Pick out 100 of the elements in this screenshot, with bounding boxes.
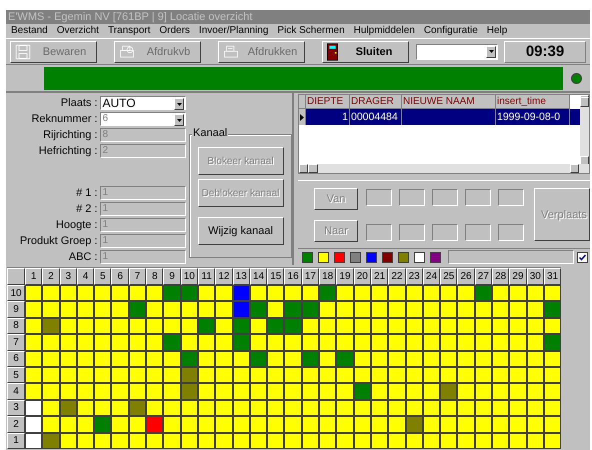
location-cell[interactable] xyxy=(422,383,440,400)
location-cell[interactable] xyxy=(440,285,458,302)
location-cell[interactable] xyxy=(94,285,112,302)
location-cell[interactable] xyxy=(76,301,94,318)
location-cell[interactable] xyxy=(250,285,268,302)
location-cell[interactable] xyxy=(526,285,544,302)
location-cell[interactable] xyxy=(215,416,233,433)
location-cell[interactable] xyxy=(406,301,423,318)
location-cell[interactable] xyxy=(76,416,94,433)
location-cell[interactable] xyxy=(163,383,181,400)
location-cell[interactable] xyxy=(509,366,527,384)
location-cell[interactable] xyxy=(457,334,475,351)
input-field[interactable] xyxy=(366,188,392,206)
location-cell[interactable] xyxy=(370,285,388,302)
location-cell[interactable] xyxy=(198,285,216,302)
location-cell[interactable] xyxy=(388,350,406,367)
location-cell[interactable] xyxy=(146,366,164,384)
channel-button[interactable]: Wijzig kanaal xyxy=(198,217,284,245)
location-cell[interactable] xyxy=(319,383,336,400)
location-cell[interactable] xyxy=(457,301,475,318)
location-cell[interactable] xyxy=(474,416,492,433)
location-cell[interactable] xyxy=(457,350,475,367)
location-cell[interactable] xyxy=(457,366,475,384)
location-cell[interactable] xyxy=(284,432,302,449)
location-cell[interactable] xyxy=(60,416,77,433)
location-cell[interactable] xyxy=(440,383,458,400)
location-cell[interactable] xyxy=(94,416,112,433)
location-cell[interactable] xyxy=(336,318,354,334)
location-cell[interactable] xyxy=(406,334,423,351)
location-cell[interactable] xyxy=(302,301,320,318)
location-cell[interactable] xyxy=(544,301,562,318)
location-cell[interactable] xyxy=(302,334,320,351)
location-cell[interactable] xyxy=(474,334,492,351)
location-cell[interactable] xyxy=(232,301,250,318)
input-field[interactable] xyxy=(465,224,491,241)
menu-item[interactable]: Bestand xyxy=(11,25,48,37)
location-cell[interactable] xyxy=(457,432,475,449)
location-cell[interactable] xyxy=(474,301,492,318)
location-cell[interactable] xyxy=(215,285,233,302)
location-cell[interactable] xyxy=(60,383,77,400)
location-cell[interactable] xyxy=(319,334,336,351)
location-cell[interactable] xyxy=(388,334,406,351)
location-cell[interactable] xyxy=(94,301,112,318)
location-cell[interactable] xyxy=(509,383,527,400)
input-field[interactable] xyxy=(432,188,458,206)
menu-item[interactable]: Hulpmiddelen xyxy=(354,25,415,37)
location-cell[interactable] xyxy=(509,301,527,318)
location-cell[interactable] xyxy=(267,416,284,433)
location-cell[interactable] xyxy=(492,432,510,449)
location-cell[interactable] xyxy=(146,400,164,416)
input-field[interactable] xyxy=(448,250,574,264)
location-cell[interactable] xyxy=(526,301,544,318)
location-cell[interactable] xyxy=(146,383,164,400)
location-cell[interactable] xyxy=(267,334,284,351)
location-cell[interactable] xyxy=(267,366,284,384)
location-cell[interactable] xyxy=(284,285,302,302)
location-cell[interactable] xyxy=(284,400,302,416)
location-cell[interactable] xyxy=(544,285,562,302)
location-cell[interactable] xyxy=(146,350,164,367)
location-cell[interactable] xyxy=(319,416,336,433)
location-cell[interactable] xyxy=(492,285,510,302)
menu-item[interactable]: Help xyxy=(486,25,508,37)
location-cell[interactable] xyxy=(319,350,336,367)
location-cell[interactable] xyxy=(111,366,129,384)
location-cell[interactable] xyxy=(284,301,302,318)
location-cell[interactable] xyxy=(215,334,233,351)
location-cell[interactable] xyxy=(76,334,94,351)
location-cell[interactable] xyxy=(232,334,250,351)
location-cell[interactable] xyxy=(336,400,354,416)
location-cell[interactable] xyxy=(94,400,112,416)
dropdown-field[interactable] xyxy=(416,44,498,60)
location-cell[interactable] xyxy=(94,350,112,367)
location-cell[interactable] xyxy=(474,285,492,302)
location-cell[interactable] xyxy=(267,400,284,416)
location-cell[interactable] xyxy=(111,416,129,433)
location-cell[interactable] xyxy=(492,400,510,416)
location-cell[interactable] xyxy=(111,334,129,351)
location-cell[interactable] xyxy=(25,334,42,351)
location-cell[interactable] xyxy=(544,416,562,433)
location-cell[interactable] xyxy=(492,383,510,400)
location-cell[interactable] xyxy=(336,416,354,433)
input-field[interactable] xyxy=(399,188,425,206)
menu-item[interactable]: Orders xyxy=(159,25,190,37)
location-cell[interactable] xyxy=(198,416,216,433)
location-cell[interactable] xyxy=(111,301,129,318)
location-cell[interactable] xyxy=(232,285,250,302)
location-cell[interactable] xyxy=(267,350,284,367)
location-cell[interactable] xyxy=(25,416,42,433)
toolbar-button[interactable]: Sluiten xyxy=(322,40,409,62)
location-cell[interactable] xyxy=(302,416,320,433)
location-cell[interactable] xyxy=(215,318,233,334)
input-field[interactable] xyxy=(366,224,392,241)
location-cell[interactable] xyxy=(163,350,181,367)
location-cell[interactable] xyxy=(76,383,94,400)
location-cell[interactable] xyxy=(336,383,354,400)
location-cell[interactable] xyxy=(146,416,164,433)
location-cell[interactable] xyxy=(94,432,112,449)
location-cell[interactable] xyxy=(354,285,371,302)
column-header[interactable]: NIEUWE NAAM xyxy=(402,95,496,109)
location-cell[interactable] xyxy=(25,350,42,367)
